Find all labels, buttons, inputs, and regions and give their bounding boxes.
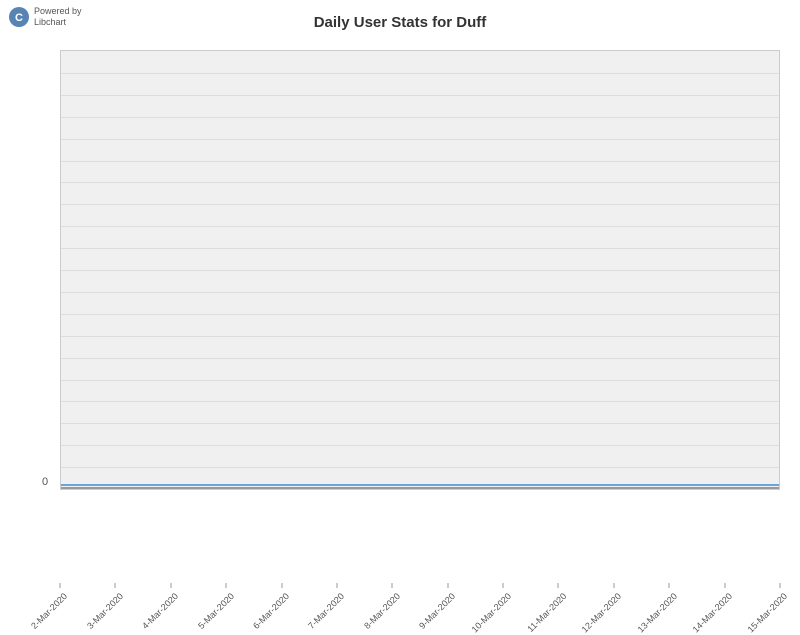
data-series-line xyxy=(61,484,779,486)
grid-line xyxy=(61,95,779,96)
grid-line xyxy=(61,336,779,337)
grid-line xyxy=(61,380,779,381)
chart-plot-area xyxy=(60,50,780,490)
x-axis-label: 7-Mar-2020 xyxy=(336,583,337,590)
x-tick-mark xyxy=(170,583,171,588)
x-tick-mark xyxy=(613,583,614,588)
x-axis-label: 8-Mar-2020 xyxy=(392,583,393,590)
x-label-text: 3-Mar-2020 xyxy=(85,591,125,631)
x-axis-label: 12-Mar-2020 xyxy=(613,583,614,590)
grid-line xyxy=(61,248,779,249)
x-tick-mark xyxy=(447,583,448,588)
grid-line xyxy=(61,292,779,293)
grid-line xyxy=(61,423,779,424)
x-label-text: 12-Mar-2020 xyxy=(580,591,624,635)
x-tick-mark xyxy=(115,583,116,588)
x-tick-mark xyxy=(281,583,282,588)
x-tick-mark xyxy=(60,583,61,588)
x-axis-label: 6-Mar-2020 xyxy=(281,583,282,590)
x-label-text: 9-Mar-2020 xyxy=(417,591,457,631)
x-axis-label: 4-Mar-2020 xyxy=(170,583,171,590)
x-label-text: 13-Mar-2020 xyxy=(635,591,679,635)
grid-line xyxy=(61,314,779,315)
grid-line xyxy=(61,226,779,227)
x-axis-label: 15-Mar-2020 xyxy=(780,583,781,590)
grid-line xyxy=(61,270,779,271)
x-axis: 2-Mar-2020 3-Mar-2020 4-Mar-2020 5-Mar-2020… xyxy=(60,490,780,590)
x-label-text: 5-Mar-2020 xyxy=(196,591,236,631)
grid-line xyxy=(61,161,779,162)
chart-title: Daily User Stats for Duff xyxy=(0,14,800,31)
x-axis-label: 10-Mar-2020 xyxy=(503,583,504,590)
grid-lines xyxy=(61,51,779,489)
grid-line xyxy=(61,182,779,183)
chart-container: C Powered by Libchart Daily User Stats f… xyxy=(0,0,800,600)
x-axis-label: 14-Mar-2020 xyxy=(724,583,725,590)
grid-line xyxy=(61,139,779,140)
x-axis-label: 2-Mar-2020 xyxy=(60,583,61,590)
grid-line xyxy=(61,204,779,205)
x-tick-mark xyxy=(558,583,559,588)
x-axis-label: 9-Mar-2020 xyxy=(447,583,448,590)
grid-line xyxy=(61,73,779,74)
x-tick-mark xyxy=(503,583,504,588)
x-axis-label: 5-Mar-2020 xyxy=(226,583,227,590)
x-axis-label: 11-Mar-2020 xyxy=(558,583,559,590)
x-tick-mark xyxy=(336,583,337,588)
x-label-text: 8-Mar-2020 xyxy=(362,591,402,631)
x-label-text: 6-Mar-2020 xyxy=(251,591,291,631)
x-tick-mark xyxy=(392,583,393,588)
x-tick-mark xyxy=(724,583,725,588)
grid-line xyxy=(61,401,779,402)
grid-line xyxy=(61,445,779,446)
x-tick-mark xyxy=(226,583,227,588)
x-tick-mark xyxy=(780,583,781,588)
x-label-text: 11-Mar-2020 xyxy=(525,591,568,634)
grid-line xyxy=(61,467,779,468)
x-label-text: 4-Mar-2020 xyxy=(140,591,180,631)
grid-line xyxy=(61,358,779,359)
x-label-text: 15-Mar-2020 xyxy=(746,591,790,635)
x-label-text: 2-Mar-2020 xyxy=(30,591,70,631)
x-label-text: 7-Mar-2020 xyxy=(307,591,347,631)
y-axis-zero-label: 0 xyxy=(42,476,48,488)
x-axis-label: 3-Mar-2020 xyxy=(115,583,116,590)
grid-line xyxy=(61,117,779,118)
x-axis-label: 13-Mar-2020 xyxy=(669,583,670,590)
x-tick-mark xyxy=(669,583,670,588)
x-label-text: 10-Mar-2020 xyxy=(469,591,513,635)
zero-baseline xyxy=(61,487,779,489)
x-label-text: 14-Mar-2020 xyxy=(691,591,735,635)
